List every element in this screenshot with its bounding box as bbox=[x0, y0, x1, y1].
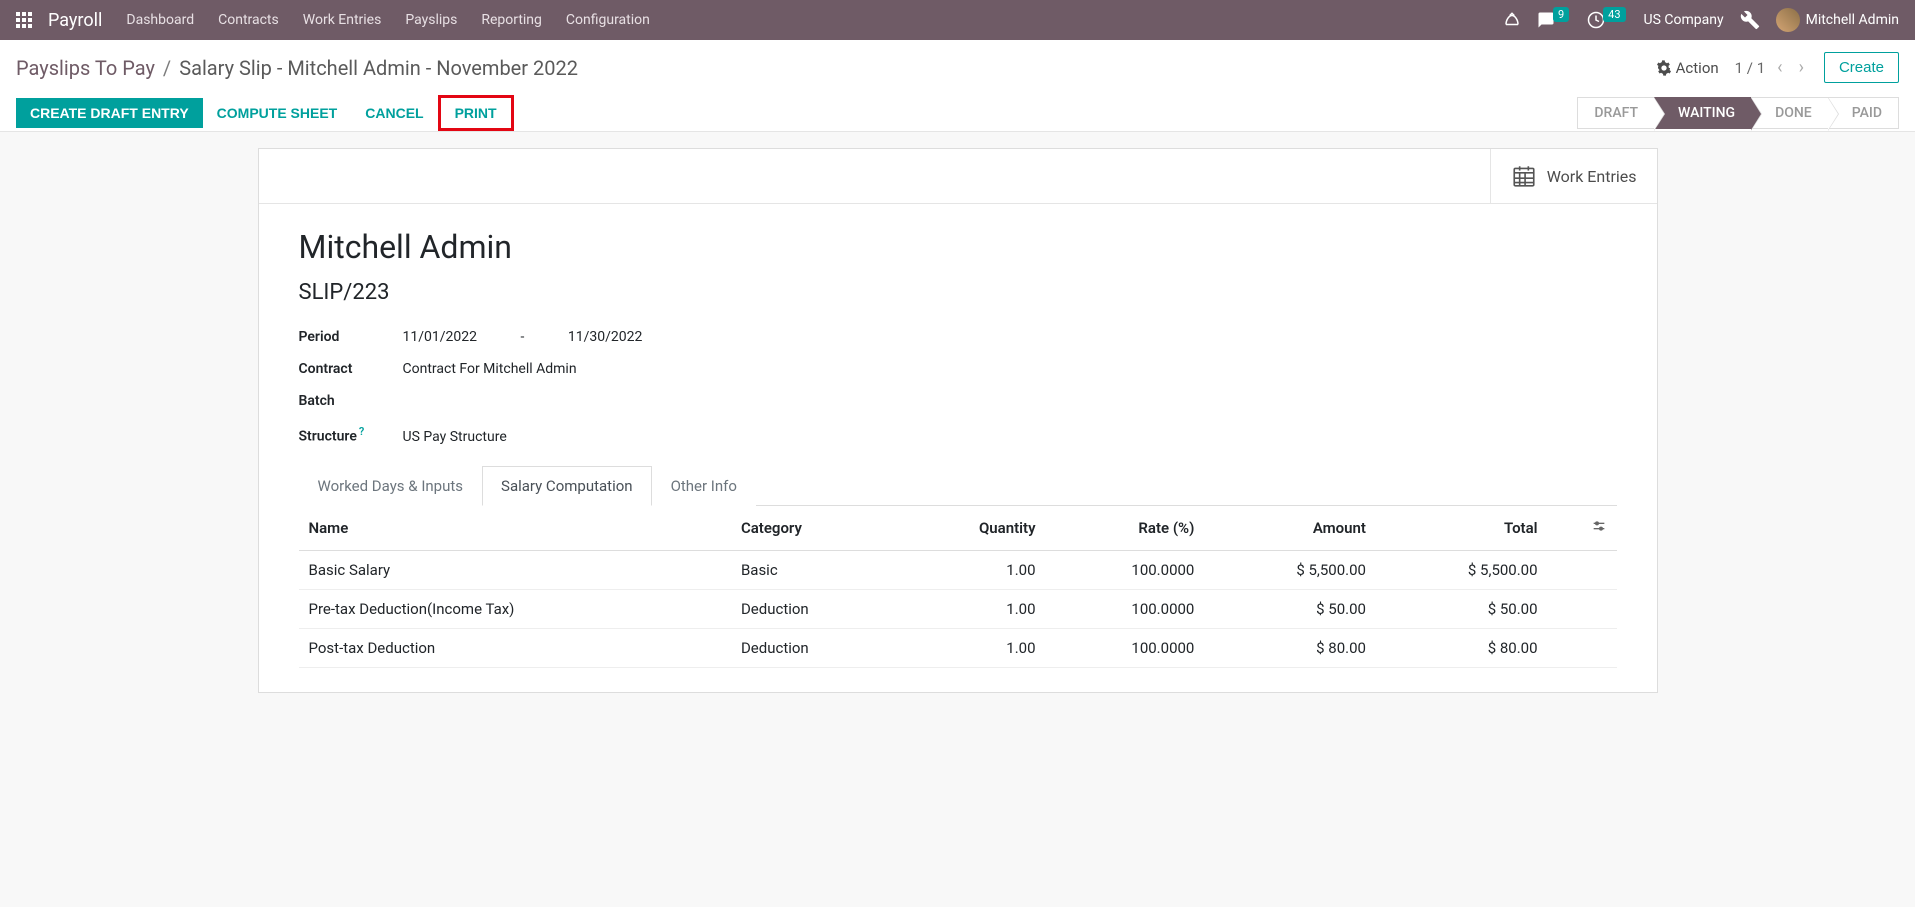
col-total[interactable]: Total bbox=[1376, 506, 1548, 551]
breadcrumb-parent[interactable]: Payslips To Pay bbox=[16, 56, 155, 80]
cell-amount: $ 80.00 bbox=[1204, 628, 1376, 667]
cell-rate: 100.0000 bbox=[1046, 589, 1205, 628]
action-menu[interactable]: Action bbox=[1656, 59, 1719, 77]
work-entries-stat-button[interactable]: Work Entries bbox=[1490, 149, 1657, 203]
period-to: 11/30/2022 bbox=[568, 329, 643, 345]
cell-amount: $ 50.00 bbox=[1204, 589, 1376, 628]
payslip-reference: SLIP/223 bbox=[299, 280, 1617, 305]
pager: 1 / 1 ‹ › bbox=[1735, 57, 1808, 78]
menu-work-entries[interactable]: Work Entries bbox=[303, 12, 382, 28]
col-name[interactable]: Name bbox=[299, 506, 731, 551]
period-from: 11/01/2022 bbox=[403, 329, 478, 345]
tab-other-info[interactable]: Other Info bbox=[652, 466, 756, 506]
cell-total: $ 80.00 bbox=[1376, 628, 1548, 667]
contract-value: Contract For Mitchell Admin bbox=[403, 361, 577, 377]
activities-icon[interactable]: 43 bbox=[1587, 11, 1627, 29]
col-rate[interactable]: Rate (%) bbox=[1046, 506, 1205, 551]
menu-configuration[interactable]: Configuration bbox=[566, 12, 650, 28]
cell-name: Basic Salary bbox=[299, 550, 731, 589]
salary-lines-table: Name Category Quantity Rate (%) Amount T… bbox=[299, 506, 1617, 668]
avatar bbox=[1776, 8, 1800, 32]
cell-rate: 100.0000 bbox=[1046, 550, 1205, 589]
menu-reporting[interactable]: Reporting bbox=[481, 12, 542, 28]
breadcrumb: Payslips To Pay / Salary Slip - Mitchell… bbox=[16, 56, 578, 80]
activities-badge: 43 bbox=[1603, 7, 1625, 22]
status-draft[interactable]: DRAFT bbox=[1577, 97, 1654, 129]
menu-contracts[interactable]: Contracts bbox=[218, 12, 279, 28]
debug-icon[interactable] bbox=[1740, 10, 1760, 30]
table-row[interactable]: Post-tax DeductionDeduction1.00100.0000$… bbox=[299, 628, 1617, 667]
period-label: Period bbox=[299, 329, 403, 345]
voip-icon[interactable] bbox=[1503, 11, 1521, 29]
cell-quantity: 1.00 bbox=[899, 628, 1046, 667]
statusbar: DRAFT WAITING DONE PAID bbox=[1577, 97, 1899, 129]
menu-dashboard[interactable]: Dashboard bbox=[126, 12, 194, 28]
table-row[interactable]: Pre-tax Deduction(Income Tax)Deduction1.… bbox=[299, 589, 1617, 628]
main-menu: Dashboard Contracts Work Entries Payslip… bbox=[126, 12, 1495, 28]
tab-worked-days[interactable]: Worked Days & Inputs bbox=[299, 466, 483, 506]
period-sep: - bbox=[520, 329, 524, 345]
cell-name: Pre-tax Deduction(Income Tax) bbox=[299, 589, 731, 628]
status-done[interactable]: DONE bbox=[1751, 97, 1828, 129]
batch-label: Batch bbox=[299, 393, 403, 409]
cancel-button[interactable]: CANCEL bbox=[351, 98, 437, 128]
pager-value[interactable]: 1 / 1 bbox=[1735, 59, 1766, 77]
compute-sheet-button[interactable]: COMPUTE SHEET bbox=[203, 98, 352, 128]
messages-icon[interactable]: 9 bbox=[1537, 11, 1571, 29]
form-sheet: Work Entries Mitchell Admin SLIP/223 Per… bbox=[258, 148, 1658, 693]
pager-next-icon[interactable]: › bbox=[1795, 57, 1808, 78]
user-name: Mitchell Admin bbox=[1806, 12, 1899, 28]
cell-total: $ 50.00 bbox=[1376, 589, 1548, 628]
company-switcher[interactable]: US Company bbox=[1644, 12, 1724, 28]
cell-total: $ 5,500.00 bbox=[1376, 550, 1548, 589]
cell-category: Deduction bbox=[731, 628, 899, 667]
cell-category: Deduction bbox=[731, 589, 899, 628]
employee-title: Mitchell Admin bbox=[299, 228, 1617, 266]
control-panel: Payslips To Pay / Salary Slip - Mitchell… bbox=[0, 40, 1915, 132]
breadcrumb-sep: / bbox=[163, 56, 171, 80]
create-button[interactable]: Create bbox=[1824, 52, 1899, 83]
cell-quantity: 1.00 bbox=[899, 589, 1046, 628]
col-amount[interactable]: Amount bbox=[1204, 506, 1376, 551]
menu-payslips[interactable]: Payslips bbox=[405, 12, 457, 28]
structure-label: Structure? bbox=[299, 425, 403, 445]
pager-prev-icon[interactable]: ‹ bbox=[1773, 57, 1786, 78]
structure-value: US Pay Structure bbox=[403, 429, 507, 445]
top-navbar: Payroll Dashboard Contracts Work Entries… bbox=[0, 0, 1915, 40]
cell-rate: 100.0000 bbox=[1046, 628, 1205, 667]
cell-quantity: 1.00 bbox=[899, 550, 1046, 589]
print-button[interactable]: PRINT bbox=[438, 95, 514, 131]
col-quantity[interactable]: Quantity bbox=[899, 506, 1046, 551]
cell-category: Basic bbox=[731, 550, 899, 589]
tab-salary-computation[interactable]: Salary Computation bbox=[482, 466, 652, 506]
status-waiting[interactable]: WAITING bbox=[1654, 97, 1751, 129]
help-icon[interactable]: ? bbox=[359, 425, 364, 438]
optional-columns-icon[interactable] bbox=[1548, 506, 1617, 551]
col-category[interactable]: Category bbox=[731, 506, 899, 551]
cell-name: Post-tax Deduction bbox=[299, 628, 731, 667]
apps-icon[interactable] bbox=[16, 12, 32, 28]
breadcrumb-current: Salary Slip - Mitchell Admin - November … bbox=[179, 56, 578, 80]
messages-badge: 9 bbox=[1553, 7, 1569, 22]
create-draft-entry-button[interactable]: CREATE DRAFT ENTRY bbox=[16, 98, 203, 128]
contract-label: Contract bbox=[299, 361, 403, 377]
table-row[interactable]: Basic SalaryBasic1.00100.0000$ 5,500.00$… bbox=[299, 550, 1617, 589]
cell-amount: $ 5,500.00 bbox=[1204, 550, 1376, 589]
app-brand[interactable]: Payroll bbox=[48, 10, 102, 31]
work-entries-label: Work Entries bbox=[1547, 167, 1637, 186]
calendar-icon bbox=[1511, 163, 1537, 189]
tabs: Worked Days & Inputs Salary Computation … bbox=[299, 465, 1617, 506]
user-menu[interactable]: Mitchell Admin bbox=[1776, 8, 1899, 32]
